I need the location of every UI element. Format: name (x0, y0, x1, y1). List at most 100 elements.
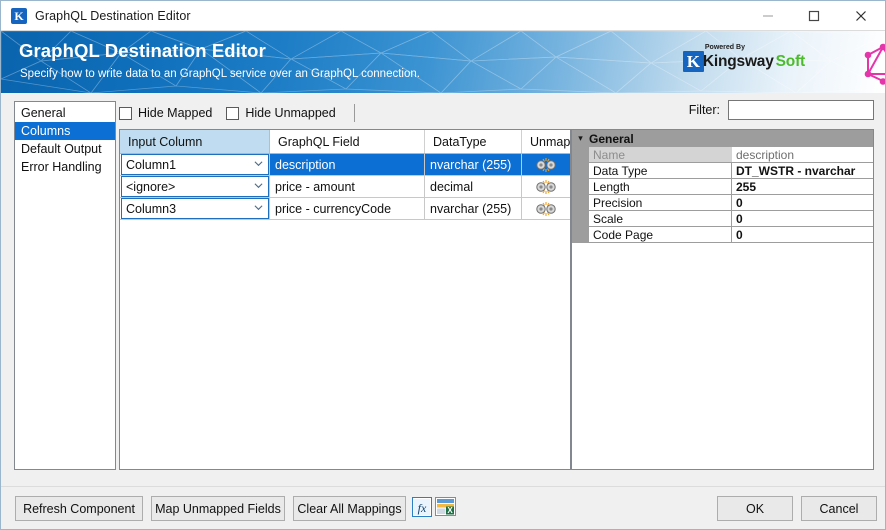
app-icon: K (11, 7, 27, 24)
hide-unmapped-label: Hide Unmapped (245, 106, 336, 120)
fx-expression-icon[interactable]: fx (411, 496, 432, 517)
banner: GraphQL Destination Editor Specify how t… (1, 31, 885, 93)
input-column-value: <ignore> (126, 179, 176, 194)
expression-button[interactable]: fx (411, 496, 432, 517)
maximize-button[interactable] (791, 1, 837, 30)
property-value[interactable]: 255 (732, 179, 873, 195)
table-row[interactable]: Column3 price - currencyCode nvarchar (2… (120, 198, 570, 220)
property-row-name: Name description (572, 147, 873, 163)
close-icon (856, 10, 866, 21)
sidebar-item-error-handling[interactable]: Error Handling (15, 158, 115, 176)
refresh-component-button[interactable]: Refresh Component (15, 496, 143, 521)
filter-label: Filter: (688, 103, 720, 117)
maximize-icon (808, 10, 820, 21)
toolbar-separator (353, 104, 355, 122)
map-unmapped-fields-button[interactable]: Map Unmapped Fields (151, 496, 285, 521)
filter-area: Filter: (689, 100, 874, 120)
graphql-destination-editor-window: K GraphQL Destination Editor GraphQL Des… (0, 0, 886, 530)
hide-mapped-checkbox[interactable]: Hide Mapped (119, 106, 212, 120)
property-value[interactable]: 0 (732, 211, 873, 227)
graphql-field-cell[interactable]: price - amount (270, 176, 425, 197)
table-row[interactable]: <ignore> price - amount decimal (120, 176, 570, 198)
property-grid[interactable]: ▾ General Name description Data Type DT_… (571, 129, 874, 470)
graphql-field-cell[interactable]: price - currencyCode (270, 198, 425, 219)
cancel-button[interactable]: Cancel (801, 496, 877, 521)
unmap-cell[interactable] (522, 154, 570, 175)
input-column-cell[interactable]: <ignore> (120, 176, 270, 197)
property-category-general[interactable]: ▾ General (572, 130, 873, 147)
property-name: Precision (589, 195, 732, 211)
page-navigation-list[interactable]: General Columns Default Output Error Han… (14, 101, 116, 470)
column-mapping-grid[interactable]: Input Column GraphQL Field DataType Unma… (119, 129, 571, 470)
chevron-down-icon[interactable] (254, 159, 263, 168)
property-row-code-page[interactable]: Code Page 0 (572, 227, 873, 243)
input-column-value: Column1 (126, 157, 177, 172)
property-row-data-type[interactable]: Data Type DT_WSTR - nvarchar (572, 163, 873, 179)
property-value[interactable]: 0 (732, 195, 873, 211)
export-button[interactable]: X (435, 496, 456, 517)
input-column-dropdown[interactable]: <ignore> (121, 176, 269, 197)
kingswaysoft-logo: K Powered By Kingsway Soft (682, 44, 806, 72)
unmap-cell[interactable] (522, 198, 570, 219)
property-name: Data Type (589, 163, 732, 179)
unmap-cell[interactable] (522, 176, 570, 197)
minimize-button[interactable] (745, 1, 791, 30)
unmap-link-icon[interactable] (535, 179, 557, 195)
hide-unmapped-checkbox-box[interactable] (226, 106, 240, 120)
datatype-cell[interactable]: nvarchar (255) (425, 154, 522, 175)
property-value[interactable]: DT_WSTR - nvarchar (732, 163, 873, 179)
input-column-dropdown[interactable]: Column3 (121, 198, 269, 219)
graphql-icon (864, 43, 885, 85)
property-row-length[interactable]: Length 255 (572, 179, 873, 195)
chevron-down-icon[interactable]: ▾ (572, 130, 589, 147)
property-row-precision[interactable]: Precision 0 (572, 195, 873, 211)
input-column-cell[interactable]: Column1 (120, 154, 270, 175)
property-value[interactable]: 0 (732, 227, 873, 243)
input-column-value: Column3 (126, 201, 177, 216)
hide-unmapped-checkbox[interactable]: Hide Unmapped (226, 106, 336, 120)
input-column-cell[interactable]: Column3 (120, 198, 270, 219)
sidebar-item-columns[interactable]: Columns (15, 122, 115, 140)
minimize-icon (763, 15, 773, 16)
hide-mapped-checkbox-box[interactable] (119, 106, 132, 120)
datatype-cell[interactable]: decimal (425, 176, 522, 197)
close-button[interactable] (837, 1, 885, 30)
property-row-scale[interactable]: Scale 0 (572, 211, 873, 227)
window-controls (745, 1, 885, 30)
title-bar: K GraphQL Destination Editor (1, 1, 885, 31)
sidebar-item-general[interactable]: General (15, 104, 115, 122)
brand-soft: Soft (775, 52, 806, 70)
window-title: GraphQL Destination Editor (35, 8, 191, 23)
table-row[interactable]: Column1 description nvarchar (255) (120, 154, 570, 176)
body-area: General Columns Default Output Error Han… (1, 93, 885, 486)
grid-header-unmap[interactable]: Unmap (522, 130, 570, 153)
property-name: Scale (589, 211, 732, 227)
grid-header-row: Input Column GraphQL Field DataType Unma… (120, 130, 570, 154)
svg-text:X: X (447, 506, 453, 515)
kingswaysoft-k-icon: K (682, 51, 704, 72)
property-name: Code Page (589, 227, 732, 243)
banner-subtitle: Specify how to write data to an GraphQL … (20, 68, 420, 80)
filter-input[interactable] (728, 100, 874, 120)
chevron-down-icon[interactable] (254, 181, 263, 190)
grid-header-datatype[interactable]: DataType (425, 130, 522, 153)
brand-kingsway: Kingsway (702, 52, 774, 70)
hide-mapped-label: Hide Mapped (138, 106, 213, 120)
unmap-link-icon[interactable] (535, 157, 557, 173)
chevron-down-icon[interactable] (254, 203, 263, 212)
grid-header-input-column[interactable]: Input Column (120, 130, 270, 153)
property-category-label: General (589, 131, 634, 146)
footer-bar: Refresh Component Map Unmapped Fields Cl… (1, 486, 885, 529)
svg-text:fx: fx (417, 501, 426, 515)
datatype-cell[interactable]: nvarchar (255) (425, 198, 522, 219)
sidebar-item-default-output[interactable]: Default Output (15, 140, 115, 158)
unmap-link-icon[interactable] (535, 201, 557, 217)
clear-all-mappings-button[interactable]: Clear All Mappings (293, 496, 406, 521)
graphql-field-cell[interactable]: description (270, 154, 425, 175)
ok-button[interactable]: OK (717, 496, 793, 521)
input-column-dropdown[interactable]: Column1 (121, 154, 269, 175)
powered-by-label: Powered By (704, 43, 745, 51)
grid-header-graphql-field[interactable]: GraphQL Field (270, 130, 425, 153)
property-value: description (732, 147, 873, 163)
export-spreadsheet-icon[interactable]: X (435, 497, 456, 516)
